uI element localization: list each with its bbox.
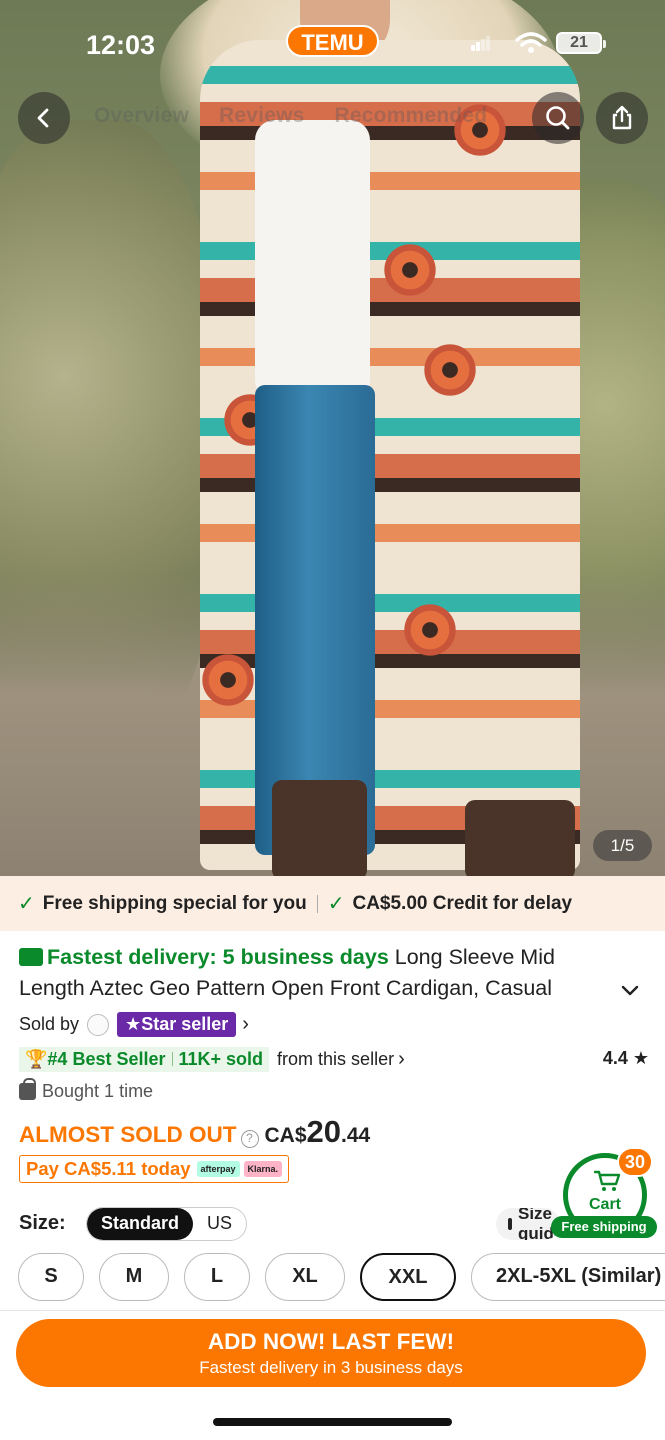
price-currency: CA$ xyxy=(264,1124,307,1147)
bag-icon xyxy=(19,1078,36,1100)
help-icon[interactable]: ? xyxy=(240,1130,259,1148)
model-undershirt xyxy=(255,120,370,400)
almost-sold-out-label: ALMOST SOLD OUT xyxy=(19,1122,237,1147)
size-option-s[interactable]: S xyxy=(18,1253,84,1301)
cta-subtitle: Fastest delivery in 3 business days xyxy=(199,1358,463,1377)
status-time: 12:03 xyxy=(86,30,156,60)
tab-overview[interactable]: Overview xyxy=(94,104,189,127)
model-boot xyxy=(272,780,367,876)
image-counter: 1/5 xyxy=(593,830,652,861)
size-option-xxl[interactable]: XXL xyxy=(360,1253,456,1301)
star-seller-badge: ★Star seller xyxy=(117,1012,237,1037)
tab-recommended[interactable]: Recommended xyxy=(335,104,488,127)
divider xyxy=(0,1310,665,1311)
nav-tabs[interactable]: Overview Reviews Recommended xyxy=(94,104,511,128)
share-button[interactable] xyxy=(596,92,648,144)
size-option-m[interactable]: M xyxy=(99,1253,169,1301)
rating[interactable]: 4.4 ★ xyxy=(603,1048,649,1069)
size-system-toggle[interactable]: Standard US xyxy=(86,1207,248,1241)
klarna-logo: Klarna. xyxy=(243,1161,283,1177)
aztec-motif xyxy=(367,227,453,313)
bought-count-row: Bought 1 time xyxy=(19,1078,153,1102)
product-title[interactable]: Fastest delivery: 5 business days Long S… xyxy=(19,942,599,1004)
size-option-xl[interactable]: XL xyxy=(265,1253,345,1301)
aztec-motif xyxy=(407,327,493,413)
star-icon: ★ xyxy=(632,1048,649,1068)
aztec-motif xyxy=(437,87,523,173)
check-icon: ✓ xyxy=(327,893,345,915)
price-decimal: .44 xyxy=(341,1124,371,1147)
seller-logo xyxy=(87,1013,110,1036)
price-integer: 20 xyxy=(306,1114,341,1149)
from-seller-link[interactable]: from this seller xyxy=(277,1049,394,1070)
size-options: S M L XL XXL 2XL-5XL (Similar) xyxy=(18,1253,665,1301)
add-to-cart-button[interactable]: ADD NOW! LAST FEW! Fastest delivery in 3… xyxy=(16,1319,646,1387)
search-button[interactable] xyxy=(532,92,584,144)
model-boot xyxy=(465,800,575,876)
home-indicator[interactable] xyxy=(213,1418,452,1426)
search-icon xyxy=(546,106,570,130)
best-seller-tag: 🏆 #4 Best Seller 11K+ sold xyxy=(19,1046,270,1072)
battery-icon: 21 xyxy=(556,32,606,54)
chevron-right-icon: › xyxy=(398,1047,405,1070)
share-icon xyxy=(612,105,632,130)
ruler-icon xyxy=(508,1218,512,1230)
free-shipping-text: Free shipping special for you xyxy=(42,892,307,914)
size-option-2xl-5xl[interactable]: 2XL-5XL (Similar) xyxy=(471,1253,665,1301)
tab-reviews[interactable]: Reviews xyxy=(219,104,304,127)
signal-icon xyxy=(471,35,490,51)
cart-label: Cart xyxy=(588,1196,621,1213)
shipping-promo-bar[interactable]: ✓ Free shipping special for you ✓ CA$5.0… xyxy=(0,876,665,931)
back-button[interactable] xyxy=(18,92,70,144)
wifi-icon xyxy=(515,32,547,53)
size-system-us[interactable]: US xyxy=(193,1208,246,1240)
sold-by-row[interactable]: Sold by ★Star seller › xyxy=(19,1012,249,1037)
size-option-l[interactable]: L xyxy=(184,1253,250,1301)
delivery-label: Fastest delivery: 5 business days xyxy=(47,945,389,969)
size-system-standard[interactable]: Standard xyxy=(87,1208,194,1240)
chevron-down-icon[interactable] xyxy=(618,980,642,1000)
sold-count: 11K+ sold xyxy=(178,1048,264,1069)
sold-by-label: Sold by xyxy=(19,1014,80,1034)
app-badge: TEMU xyxy=(286,25,379,57)
chevron-left-icon xyxy=(37,108,49,128)
credit-for-delay-text: CA$5.00 Credit for delay xyxy=(352,892,573,914)
afterpay-logo: afterpay xyxy=(196,1161,240,1177)
pay-today-text: Pay CA$5.11 today xyxy=(26,1158,191,1179)
size-label: Size: xyxy=(19,1212,66,1234)
free-shipping-tag: Free shipping xyxy=(551,1216,657,1238)
chevron-right-icon: › xyxy=(242,1013,249,1035)
aztec-motif xyxy=(387,587,473,673)
cta-title: ADD NOW! LAST FEW! xyxy=(207,1329,455,1354)
truck-icon xyxy=(19,948,43,966)
price-row: ALMOST SOLD OUT ? CA$ 20 .44 xyxy=(19,1114,370,1150)
cart-icon xyxy=(594,1170,621,1191)
best-seller-row[interactable]: 🏆 #4 Best Seller 11K+ sold from this sel… xyxy=(19,1045,649,1073)
installment-box[interactable]: Pay CA$5.11 today afterpay Klarna. xyxy=(19,1155,290,1183)
check-icon: ✓ xyxy=(18,893,35,915)
cart-count-badge: 30 xyxy=(617,1147,653,1177)
trophy-icon: 🏆 xyxy=(25,1048,48,1069)
divider xyxy=(316,894,318,913)
